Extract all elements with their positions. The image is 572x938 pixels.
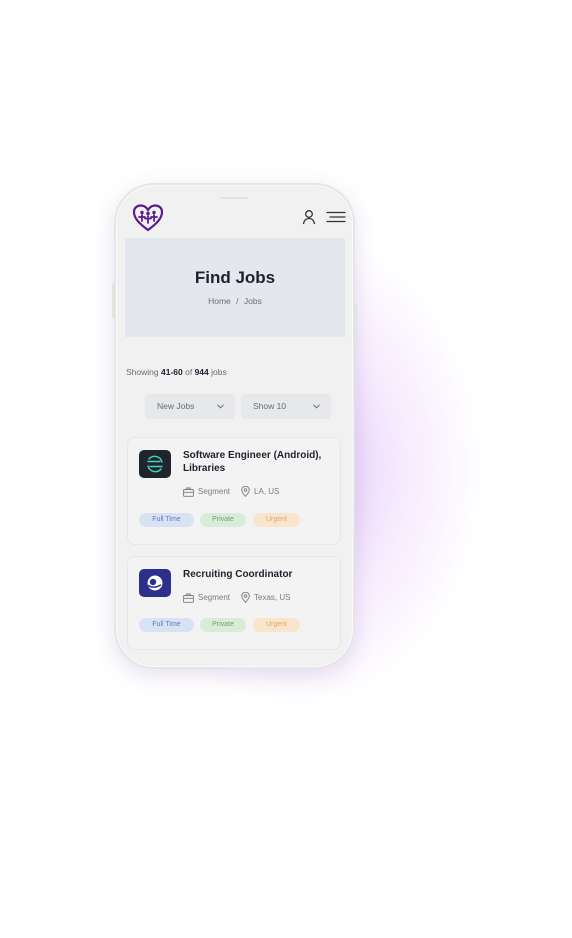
phone-speaker: [220, 197, 248, 199]
urgent-tag: Urgent: [253, 513, 300, 527]
phone-power-button: [354, 303, 357, 359]
results-of: of: [185, 367, 193, 377]
breadcrumb-home-link[interactable]: Home: [208, 296, 231, 306]
segment-logo-icon: [147, 455, 163, 473]
privacy-tag: Private: [200, 513, 246, 527]
results-total: 944: [194, 367, 209, 377]
map-pin-icon: [241, 486, 250, 497]
job-company: Segment: [198, 487, 231, 496]
job-type-tag: Full Time: [139, 618, 194, 632]
page-header-banner: Find Jobs Home / Jobs: [125, 238, 345, 337]
hamburger-menu-icon[interactable]: [326, 211, 346, 223]
company-logo-icon: [147, 575, 163, 591]
sort-select[interactable]: New Jobs: [145, 394, 235, 419]
results-suffix: jobs: [211, 367, 227, 377]
privacy-tag: Private: [200, 618, 246, 632]
chevron-down-icon: [217, 404, 224, 409]
results-range: 41-60: [160, 367, 183, 377]
phone-volume-button: [112, 283, 115, 319]
job-company: Segment: [198, 593, 231, 602]
sort-select-value: New Jobs: [157, 401, 195, 411]
per-page-select-value: Show 10: [253, 401, 287, 411]
job-meta: Segment Texas, US: [183, 592, 291, 603]
job-title[interactable]: Software Engineer (Android), Libraries: [183, 449, 333, 475]
urgent-tag: Urgent: [253, 618, 300, 632]
phone-frame: Find Jobs Home / Jobs Showing 41-60 of 9…: [114, 183, 355, 669]
page-title: Find Jobs: [194, 268, 276, 287]
job-location: LA, US: [254, 487, 280, 496]
job-card[interactable]: Software Engineer (Android), Libraries S…: [127, 437, 341, 545]
per-page-select[interactable]: Show 10: [241, 394, 331, 419]
map-pin-icon: [241, 592, 250, 603]
job-type-tag: Full Time: [139, 513, 194, 527]
breadcrumb: Home / Jobs: [125, 296, 345, 306]
heart-people-logo-icon[interactable]: [133, 204, 163, 232]
job-meta: Segment LA, US: [183, 486, 279, 497]
briefcase-icon: [183, 593, 194, 603]
chevron-down-icon: [313, 404, 320, 409]
user-icon[interactable]: [302, 209, 316, 225]
job-location: Texas, US: [254, 593, 291, 602]
job-card[interactable]: Recruiting Coordinator Segment Texas, US…: [127, 556, 341, 650]
company-logo: [139, 569, 171, 597]
company-logo: [139, 450, 171, 478]
job-title[interactable]: Recruiting Coordinator: [183, 568, 333, 581]
briefcase-icon: [183, 487, 194, 497]
results-prefix: Showing: [126, 367, 159, 377]
breadcrumb-separator: /: [236, 296, 239, 306]
breadcrumb-current: Jobs: [243, 296, 262, 306]
results-count: Showing 41-60 of 944 jobs: [126, 367, 227, 377]
